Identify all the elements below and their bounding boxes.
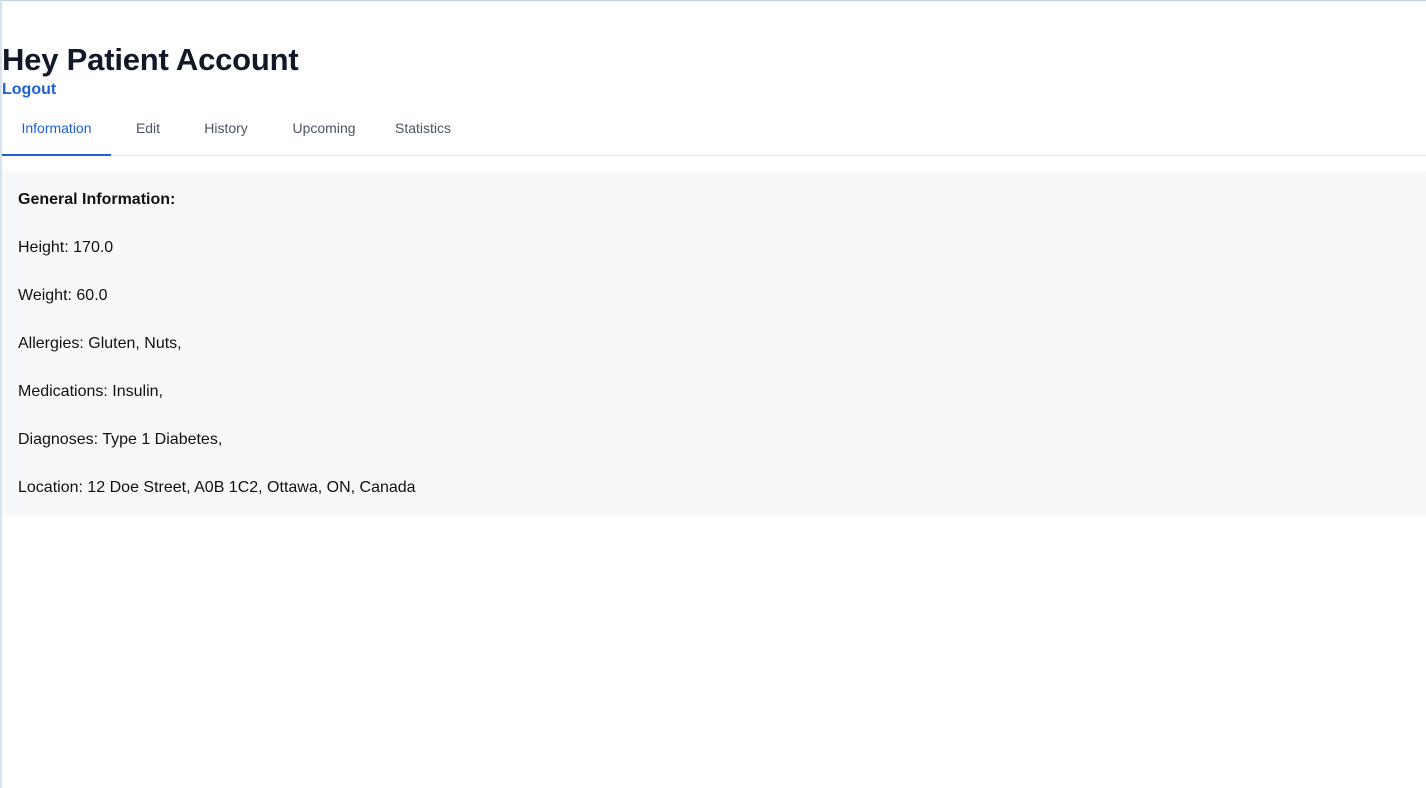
general-information-panel: General Information: Height: 170.0 Weigh… — [2, 171, 1426, 516]
height-value: Height: 170.0 — [18, 239, 114, 256]
general-information-heading: General Information: — [18, 191, 176, 208]
diagnoses-value: Diagnoses: Type 1 Diabetes, — [18, 431, 223, 448]
allergies-value: Allergies: Gluten, Nuts, — [18, 335, 182, 352]
weight-value: Weight: 60.0 — [18, 287, 108, 304]
medications-value: Medications: Insulin, — [18, 383, 163, 400]
tab-history[interactable]: History — [186, 109, 266, 155]
patient-account-page: Hey Patient Account Logout Information E… — [2, 1, 1426, 788]
browser-viewport: Hey Patient Account Logout Information E… — [0, 0, 1426, 788]
logout-link[interactable]: Logout — [2, 80, 56, 100]
page-title: Hey Patient Account — [2, 42, 299, 77]
tab-upcoming[interactable]: Upcoming — [276, 109, 372, 155]
tab-information[interactable]: Information — [2, 109, 111, 156]
location-value: Location: 12 Doe Street, A0B 1C2, Ottawa… — [18, 479, 416, 496]
account-tabs: Information Edit History Upcoming Statis… — [2, 109, 1426, 156]
tab-statistics[interactable]: Statistics — [381, 109, 465, 155]
tab-edit[interactable]: Edit — [120, 109, 176, 155]
